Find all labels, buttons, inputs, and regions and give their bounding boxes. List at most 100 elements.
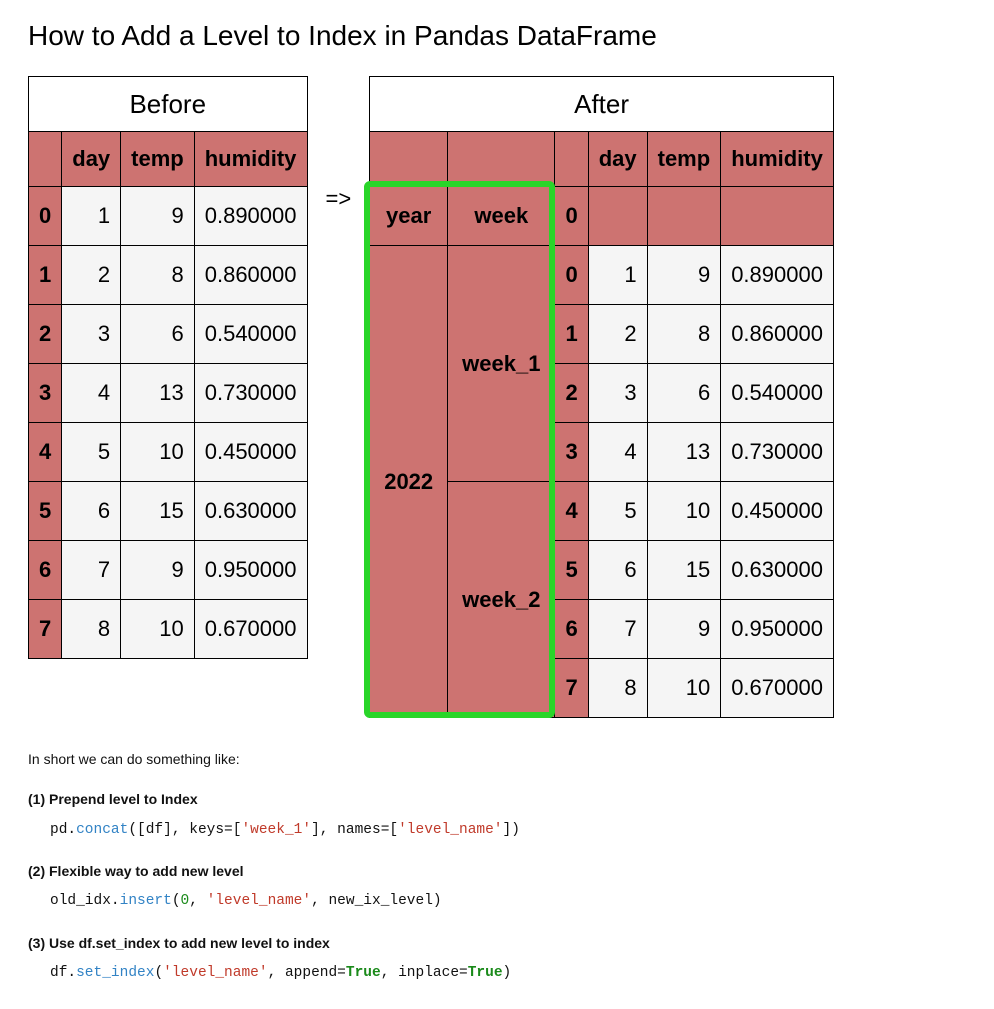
col-temp: temp	[121, 132, 195, 187]
before-caption: Before	[29, 77, 308, 132]
cell-temp: 10	[647, 482, 721, 541]
cell-day: 6	[62, 482, 121, 541]
cell-humidity: 0.630000	[721, 541, 834, 600]
row-index: 2	[29, 305, 62, 364]
cell-day: 4	[588, 423, 647, 482]
cell-day: 1	[62, 187, 121, 246]
cell-day: 6	[588, 541, 647, 600]
row-index: 3	[29, 364, 62, 423]
notes-intro: In short we can do something like:	[28, 748, 966, 770]
level-week2: week_2	[448, 482, 555, 718]
cell-temp: 9	[121, 541, 195, 600]
cell-temp: 10	[121, 600, 195, 659]
index-name-week: week	[448, 187, 555, 246]
cell-humidity: 0.450000	[721, 482, 834, 541]
cell-humidity: 0.540000	[721, 364, 834, 423]
cell-temp: 6	[121, 305, 195, 364]
cell-day: 2	[588, 305, 647, 364]
cell-temp: 9	[121, 187, 195, 246]
row-index: 1	[29, 246, 62, 305]
cell-humidity: 0.730000	[721, 423, 834, 482]
cell-humidity: 0.950000	[194, 541, 307, 600]
col-day: day	[588, 132, 647, 187]
step2-title: (2) Flexible way to add new level	[28, 860, 966, 882]
row-index: 5	[29, 482, 62, 541]
cell-temp: 9	[647, 246, 721, 305]
table-row: 2360.540000	[29, 305, 308, 364]
before-table: Before day temp humidity 0190.8900001280…	[28, 76, 308, 659]
row-index: 4	[29, 423, 62, 482]
row-index: 6	[29, 541, 62, 600]
code-block-2: old_idx.insert(0, 'level_name', new_ix_l…	[50, 890, 966, 913]
row-index: 5	[555, 541, 588, 600]
table-row: 34130.730000	[29, 364, 308, 423]
table-row: 45100.450000	[29, 423, 308, 482]
table-row: 0190.890000	[29, 187, 308, 246]
cell-humidity: 0.630000	[194, 482, 307, 541]
cell-day: 1	[588, 246, 647, 305]
cell-day: 7	[62, 541, 121, 600]
cell-day: 5	[588, 482, 647, 541]
cell-day: 8	[588, 659, 647, 718]
cell-temp: 13	[647, 423, 721, 482]
notes-section: In short we can do something like: (1) P…	[28, 748, 966, 985]
level-week1: week_1	[448, 246, 555, 482]
row-index: 0	[29, 187, 62, 246]
col-temp: temp	[647, 132, 721, 187]
cell-temp: 13	[121, 364, 195, 423]
cell-day: 4	[62, 364, 121, 423]
cell-day: 8	[62, 600, 121, 659]
row-index: 7	[555, 659, 588, 718]
cell-humidity: 0.890000	[194, 187, 307, 246]
col-humidity: humidity	[721, 132, 834, 187]
row-index: 7	[29, 600, 62, 659]
cell-day: 3	[62, 305, 121, 364]
table-row: 1280.860000	[29, 246, 308, 305]
cell-temp: 8	[647, 305, 721, 364]
index-name-year: year	[370, 187, 448, 246]
cell-humidity: 0.950000	[721, 600, 834, 659]
cell-humidity: 0.670000	[721, 659, 834, 718]
cell-day: 2	[62, 246, 121, 305]
code-block-1: pd.concat([df], keys=['week_1'], names=[…	[50, 819, 966, 842]
cell-temp: 9	[647, 600, 721, 659]
table-row: 78100.670000	[29, 600, 308, 659]
tables-row: Before day temp humidity 0190.8900001280…	[28, 76, 966, 718]
cell-day: 7	[588, 600, 647, 659]
cell-temp: 15	[647, 541, 721, 600]
row-index: 1	[555, 305, 588, 364]
step3-title: (3) Use df.set_index to add new level to…	[28, 932, 966, 954]
cell-humidity: 0.860000	[721, 305, 834, 364]
cell-humidity: 0.730000	[194, 364, 307, 423]
row-index: 4	[555, 482, 588, 541]
cell-humidity: 0.890000	[721, 246, 834, 305]
col-day: day	[62, 132, 121, 187]
row-index: 3	[555, 423, 588, 482]
cell-temp: 6	[647, 364, 721, 423]
level-year: 2022	[370, 246, 448, 718]
arrow-icon: =>	[326, 186, 352, 212]
row-index: 6	[555, 600, 588, 659]
cell-temp: 8	[121, 246, 195, 305]
cell-humidity: 0.860000	[194, 246, 307, 305]
row-index: 0	[555, 246, 588, 305]
row-index: 2	[555, 364, 588, 423]
cell-temp: 15	[121, 482, 195, 541]
after-table: After day temp humidity year week 0 2022…	[369, 76, 834, 718]
code-block-3: df.set_index('level_name', append=True, …	[50, 962, 966, 985]
cell-humidity: 0.540000	[194, 305, 307, 364]
page-title: How to Add a Level to Index in Pandas Da…	[28, 20, 966, 52]
cell-day: 5	[62, 423, 121, 482]
after-caption: After	[370, 77, 834, 132]
cell-temp: 10	[647, 659, 721, 718]
cell-humidity: 0.450000	[194, 423, 307, 482]
table-row: 2022week_10190.890000	[370, 246, 834, 305]
step1-title: (1) Prepend level to Index	[28, 788, 966, 810]
col-humidity: humidity	[194, 132, 307, 187]
cell-day: 3	[588, 364, 647, 423]
index-top-inner: 0	[555, 187, 588, 246]
table-row: 6790.950000	[29, 541, 308, 600]
table-row: 56150.630000	[29, 482, 308, 541]
cell-temp: 10	[121, 423, 195, 482]
cell-humidity: 0.670000	[194, 600, 307, 659]
